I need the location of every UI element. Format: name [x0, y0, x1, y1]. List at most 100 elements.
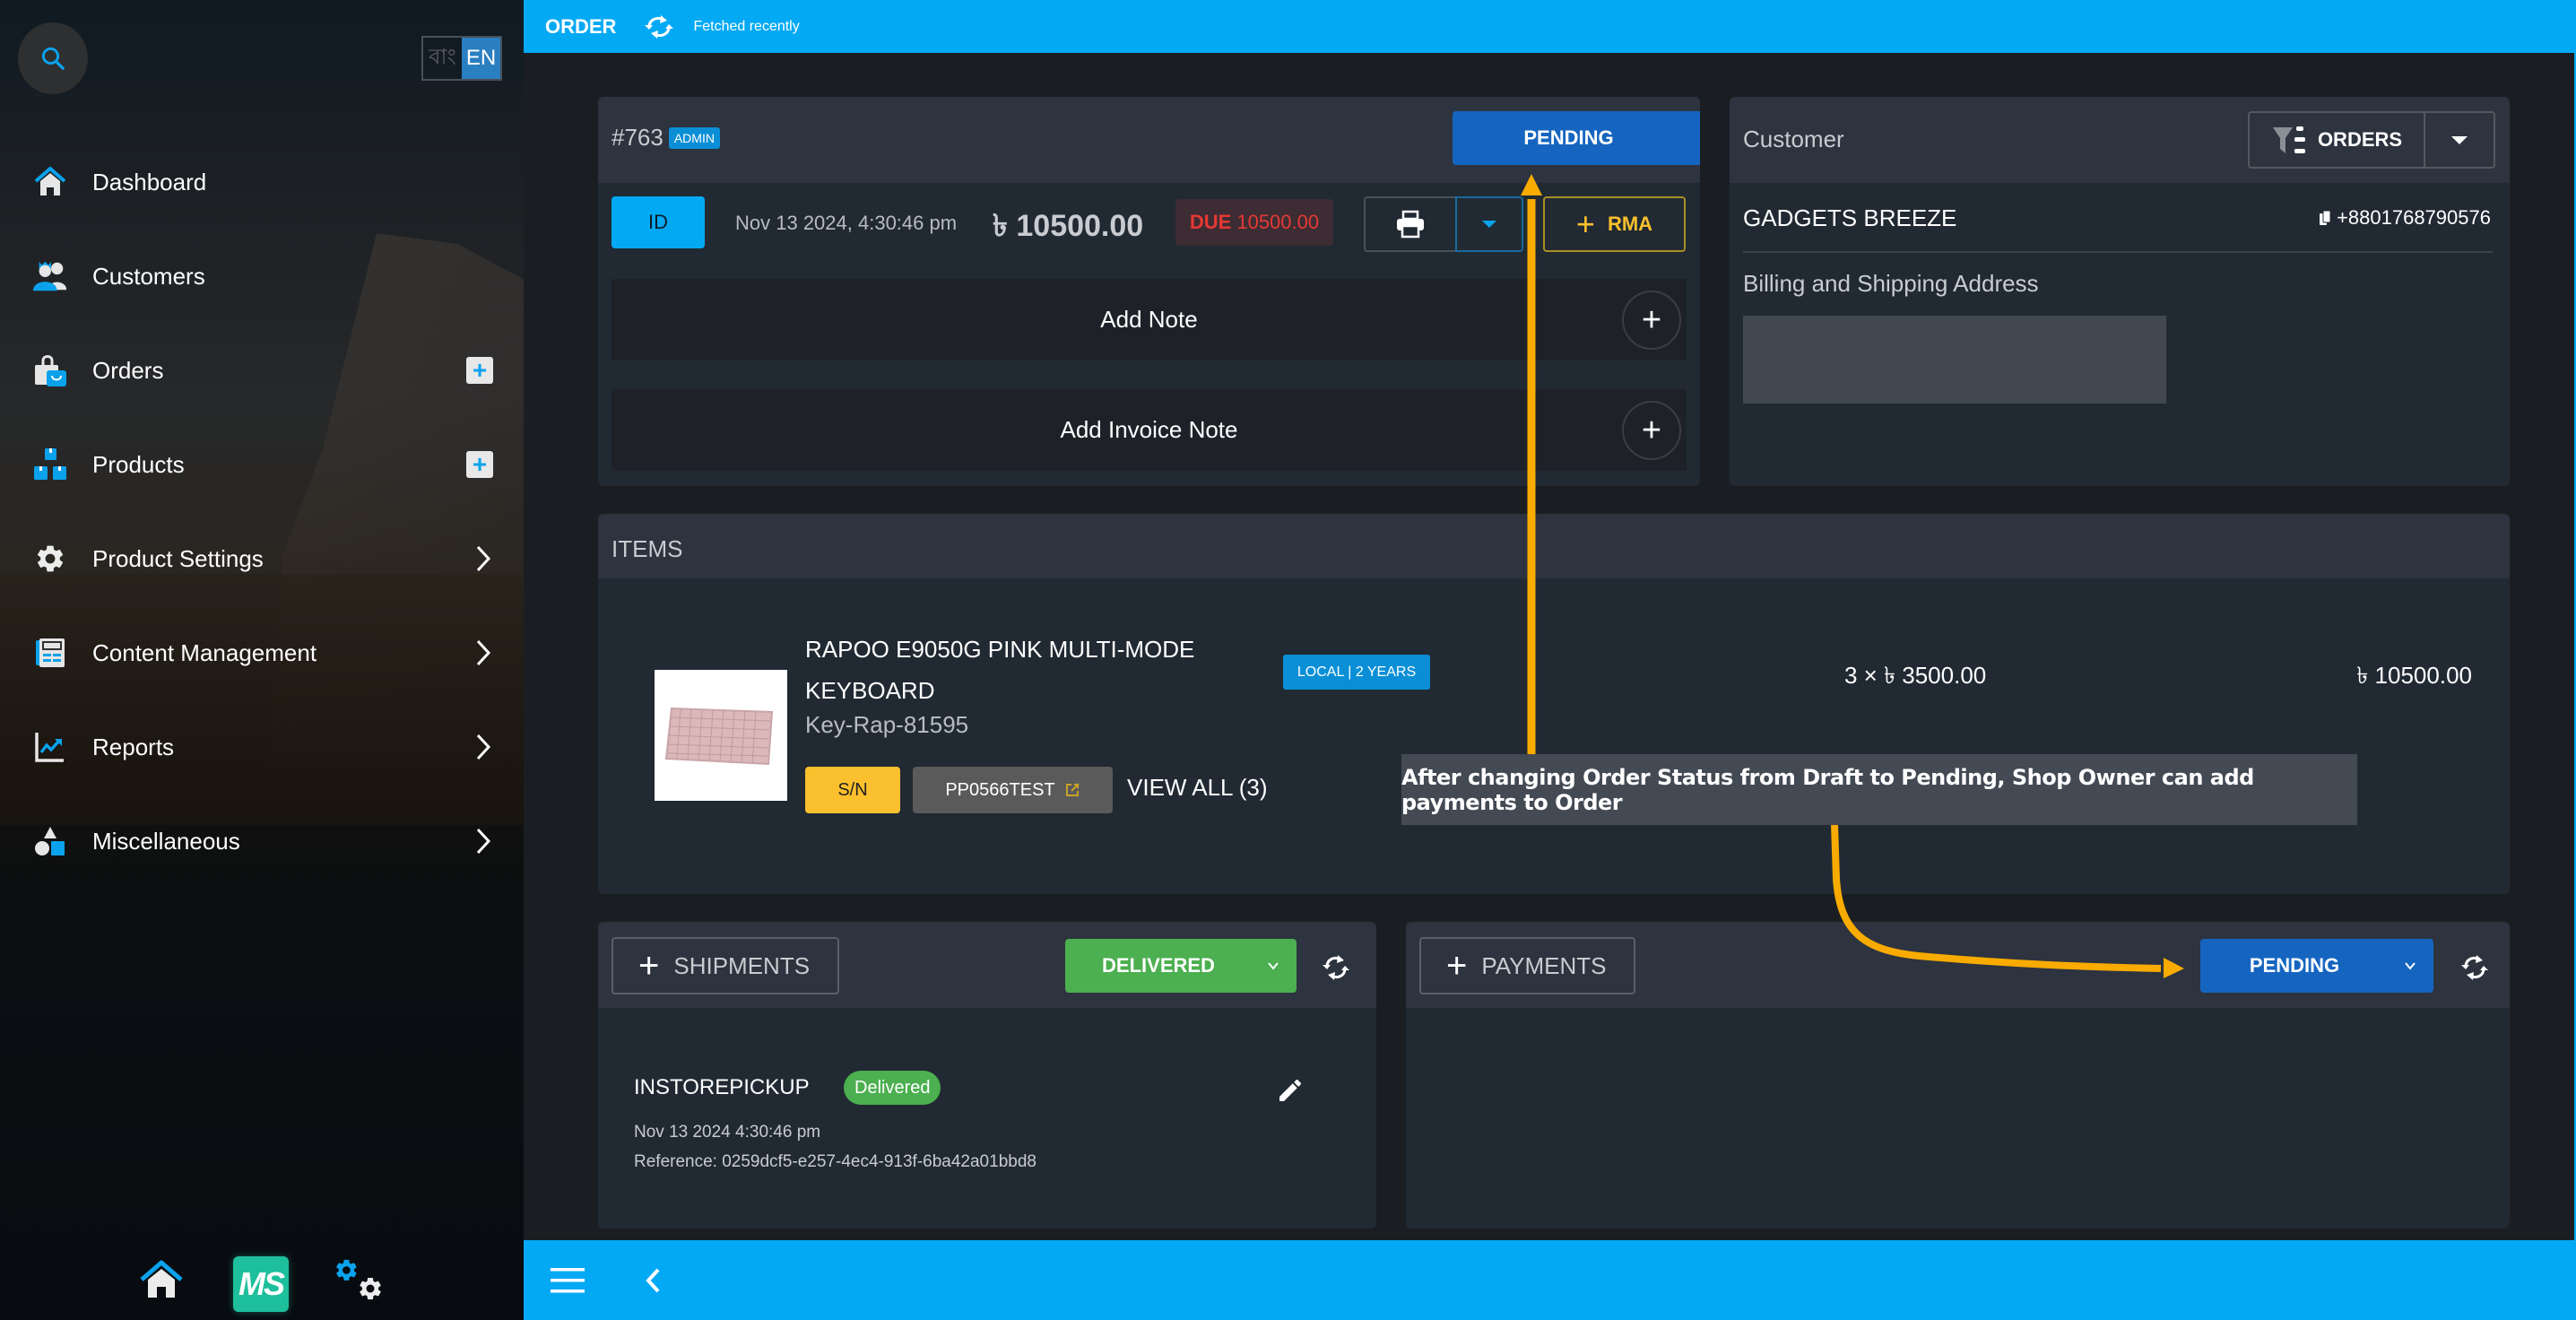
content-icon	[32, 635, 68, 671]
top-bar: ORDER Fetched recently	[524, 0, 2576, 53]
order-status-dropdown[interactable]: PENDING	[1453, 111, 1700, 165]
sidebar-item-products[interactable]: Products +	[0, 429, 524, 500]
address-placeholder	[1743, 316, 2166, 404]
print-button[interactable]	[1364, 196, 1455, 252]
order-total: ৳ 10500.00	[993, 209, 1144, 243]
add-product-button[interactable]: +	[466, 451, 493, 478]
payment-status-label: PENDING	[2249, 954, 2340, 977]
id-button[interactable]: ID	[611, 196, 705, 248]
items-title: ITEMS	[611, 535, 683, 562]
edit-icon[interactable]	[1276, 1076, 1305, 1105]
language-bn[interactable]: বাং	[423, 38, 462, 79]
menu-icon[interactable]	[549, 1265, 586, 1296]
customer-card-header: Customer ORDERS	[1730, 97, 2510, 183]
products-boxes-icon	[32, 447, 68, 482]
payment-status-dropdown[interactable]: PENDING	[2200, 939, 2433, 993]
order-card-header: #763 ADMIN PENDING	[598, 97, 1700, 183]
language-toggle[interactable]: বাং EN	[421, 36, 502, 81]
sidebar-item-miscellaneous[interactable]: Miscellaneous	[0, 805, 524, 877]
add-payment-button[interactable]: + PAYMENTS	[1419, 937, 1635, 994]
shipment-date: Nov 13 2024 4:30:46 pm	[634, 1123, 821, 1142]
plus-icon: +	[638, 946, 660, 986]
gears-icon	[336, 1259, 381, 1299]
view-all-serials-link[interactable]: VIEW ALL (3)	[1127, 774, 1268, 802]
customer-phone-number[interactable]: +8801768790576	[2337, 206, 2491, 230]
sidebar-bottom-bar: MS	[0, 1229, 524, 1320]
payments-card: + PAYMENTS PENDING	[1406, 922, 2510, 1229]
shapes-icon	[32, 823, 68, 859]
filter-list-icon	[2272, 126, 2305, 153]
chevron-down-icon	[2405, 962, 2416, 970]
customer-orders-dropdown[interactable]	[2425, 113, 2494, 167]
sync-icon[interactable]	[2459, 952, 2490, 983]
product-sku: Key-Rap-81595	[805, 711, 969, 738]
add-invoice-note-button[interactable]: +	[1622, 401, 1681, 460]
sidebar-item-orders[interactable]: Orders +	[0, 334, 524, 406]
item-line-total: ৳ 10500.00	[2356, 662, 2472, 689]
sidebar-item-dashboard[interactable]: Dashboard	[0, 146, 524, 218]
add-note-row[interactable]: Add Note +	[611, 279, 1687, 360]
product-image[interactable]	[655, 670, 787, 801]
chevron-down-icon	[1699, 131, 1700, 145]
shipments-card: + SHIPMENTS DELIVERED INSTOREPICKUP Deli…	[598, 922, 1376, 1229]
customers-icon	[32, 258, 68, 294]
sidebar-item-reports[interactable]: Reports	[0, 711, 524, 783]
chevron-right-icon[interactable]	[470, 729, 497, 765]
sidebar-item-customers[interactable]: Customers	[0, 240, 524, 312]
add-shipment-button[interactable]: + SHIPMENTS	[611, 937, 839, 994]
customer-orders-button[interactable]: ORDERS	[2250, 113, 2425, 167]
order-number: #763 ADMIN	[611, 124, 720, 152]
external-link-icon	[1065, 783, 1080, 796]
rma-label: RMA	[1607, 213, 1653, 235]
copy-icon[interactable]	[2319, 210, 2331, 226]
shipment-method: INSTOREPICKUP	[634, 1075, 810, 1099]
chevron-right-icon[interactable]	[470, 541, 497, 577]
sidebar-item-label: Reports	[92, 733, 175, 760]
language-en[interactable]: EN	[462, 38, 500, 79]
sync-icon[interactable]	[1321, 952, 1351, 983]
chart-icon	[32, 729, 68, 765]
search-button[interactable]	[18, 22, 88, 94]
shipments-label: SHIPMENTS	[673, 951, 811, 979]
print-options-dropdown[interactable]	[1455, 196, 1523, 252]
sidebar-item-label: Miscellaneous	[92, 827, 240, 855]
page-title: ORDER	[545, 14, 617, 38]
plus-icon: +	[1446, 946, 1468, 986]
order-date: Nov 13 2024, 4:30:46 pm	[735, 212, 958, 234]
add-invoice-note-row[interactable]: Add Invoice Note +	[611, 389, 1687, 471]
chevron-right-icon[interactable]	[470, 635, 497, 671]
gear-icon	[32, 541, 68, 577]
add-order-button[interactable]: +	[466, 357, 493, 384]
order-source-badge: ADMIN	[668, 126, 720, 149]
customer-phone: +8801768790576	[2319, 206, 2491, 230]
add-rma-button[interactable]: + RMA	[1543, 196, 1686, 252]
divider	[1743, 251, 2493, 253]
settings-button[interactable]	[332, 1255, 386, 1305]
sidebar-item-product-settings[interactable]: Product Settings	[0, 523, 524, 595]
order-card: #763 ADMIN PENDING ID Nov 13 2024, 4:30:…	[598, 97, 1700, 486]
items-card: ITEMS RAPOO E9050G PINK MULTI-MODE KEYBO…	[598, 514, 2510, 894]
serial-number: PP0566TEST	[945, 779, 1055, 800]
home-icon	[140, 1260, 183, 1298]
items-card-header: ITEMS	[598, 514, 2510, 578]
back-chevron-icon[interactable]	[640, 1265, 667, 1296]
order-number-text: #763	[611, 124, 664, 151]
sidebar-item-label: Orders	[92, 356, 164, 384]
customer-title: Customer	[1743, 126, 1844, 152]
app-logo[interactable]: MS	[233, 1256, 289, 1312]
home-button[interactable]	[139, 1260, 184, 1299]
sidebar-item-label: Content Management	[92, 638, 317, 666]
refresh-button[interactable]	[643, 13, 675, 40]
orders-bag-icon	[32, 352, 68, 388]
home-icon	[32, 164, 68, 200]
chevron-right-icon[interactable]	[470, 823, 497, 859]
annotation-tooltip: After changing Order Status from Draft t…	[1401, 754, 2357, 825]
add-note-button[interactable]: +	[1622, 291, 1681, 350]
serial-link-button[interactable]: PP0566TEST	[913, 767, 1113, 813]
shipment-status-dropdown[interactable]: DELIVERED	[1065, 939, 1297, 993]
address-title: Billing and Shipping Address	[1743, 270, 2039, 297]
sidebar-item-content-management[interactable]: Content Management	[0, 617, 524, 689]
product-name[interactable]: RAPOO E9050G PINK MULTI-MODE KEYBOARD	[805, 629, 1218, 711]
serial-number-button[interactable]: S/N	[805, 767, 900, 813]
print-button-group	[1364, 196, 1523, 252]
